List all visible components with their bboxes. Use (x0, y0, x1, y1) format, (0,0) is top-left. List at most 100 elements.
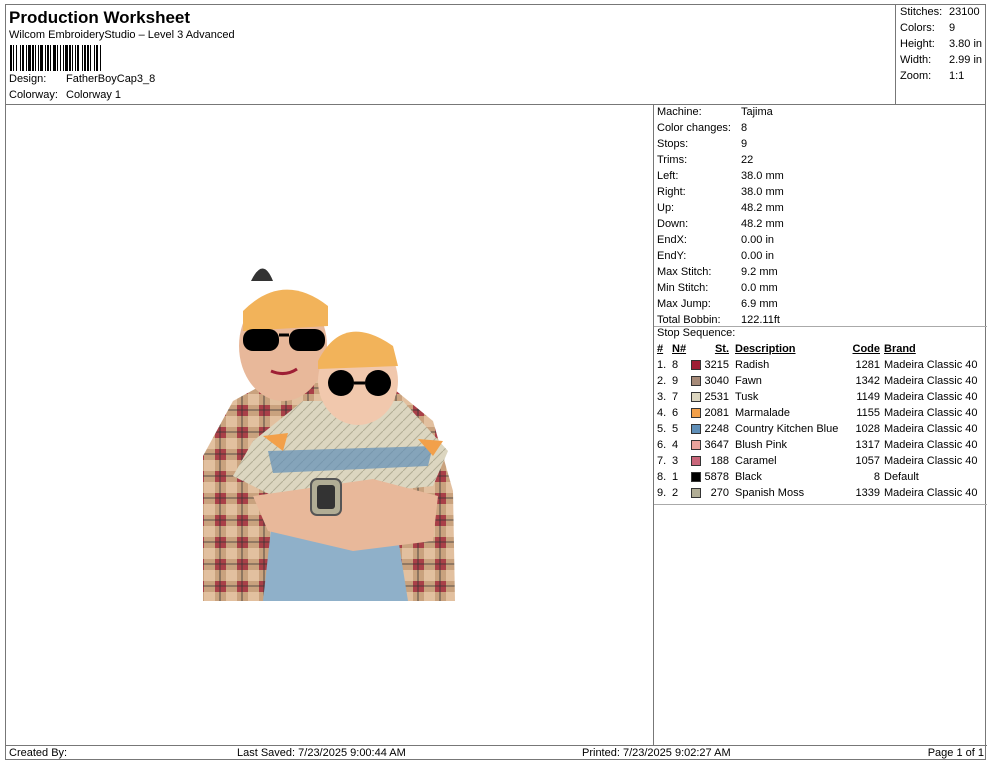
color-swatch (691, 472, 701, 482)
row-needle: 1 (672, 471, 679, 483)
color-swatch (691, 392, 701, 402)
col-needle: N# (672, 343, 687, 355)
row-index: 4. (657, 407, 667, 419)
col-brand: Brand (884, 343, 916, 355)
color-swatch (691, 360, 701, 370)
row-description: Fawn (735, 375, 762, 387)
color-swatch (691, 424, 701, 434)
design-preview-area (6, 105, 654, 745)
row-needle: 5 (672, 423, 679, 435)
row-index: 5. (657, 423, 667, 435)
design-row: Design: FatherBoyCap3_8 (9, 73, 155, 85)
prop-machine: Machine: Tajima (657, 106, 773, 118)
stat-colors: Colors: 9 (900, 22, 956, 34)
last-saved: Last Saved: 7/23/2025 9:00:44 AM (237, 747, 406, 759)
row-brand: Madeira Classic 40 (884, 375, 978, 387)
row-brand: Madeira Classic 40 (884, 455, 978, 467)
row-brand: Madeira Classic 40 (884, 423, 978, 435)
row-brand: Madeira Classic 40 (884, 439, 978, 451)
row-index: 9. (657, 487, 667, 499)
col-index: # (657, 343, 664, 355)
row-needle: 9 (672, 375, 679, 387)
page-number: Page 1 of 1 (927, 747, 984, 759)
row-stitches: 270 (710, 487, 729, 499)
barcode-bar (101, 45, 102, 71)
stat-zoom: Zoom: 1:1 (900, 70, 965, 82)
sequence-row: 2. 9 3040 Fawn 1342 Madeira Classic 40 (654, 375, 987, 391)
row-code: 1028 (855, 423, 880, 435)
row-description: Black (735, 471, 762, 483)
prop-down: Down: 48.2 mm (657, 218, 784, 230)
software-subtitle: Wilcom EmbroideryStudio – Level 3 Advanc… (9, 29, 235, 41)
colorway-label: Colorway: (9, 89, 58, 101)
created-by: Created By: (9, 747, 68, 759)
sequence-row: 5. 5 2248 Country Kitchen Blue 1028 Madeira C… (654, 423, 987, 439)
row-needle: 6 (672, 407, 679, 419)
row-brand: Madeira Classic 40 (884, 407, 978, 419)
sequence-row: 9. 2 270 Spanish Moss 1339 Madeira Classic 40 (654, 487, 987, 503)
row-index: 3. (657, 391, 667, 403)
row-needle: 7 (672, 391, 679, 403)
printed-date: Printed: 7/23/2025 9:02:27 AM (582, 747, 731, 759)
row-stitches: 188 (710, 455, 729, 467)
design-value: FatherBoyCap3_8 (66, 73, 156, 85)
color-swatch (691, 408, 701, 418)
row-code: 8 (873, 471, 880, 483)
prop-max-jump: Max Jump: 6.9 mm (657, 298, 778, 310)
row-description: Caramel (735, 455, 777, 467)
barcode (10, 45, 229, 71)
sequence-header: # N# St. Description Code Brand (654, 343, 987, 359)
row-index: 1. (657, 359, 667, 371)
row-description: Tusk (735, 391, 759, 403)
row-stitches: 3040 (704, 375, 729, 387)
row-brand: Default (884, 471, 919, 483)
row-description: Country Kitchen Blue (735, 423, 839, 435)
stat-stitches: Stitches: 23100 (900, 6, 980, 18)
col-code: Code (852, 343, 881, 355)
row-description: Radish (735, 359, 770, 371)
properties-panel: Machine: Tajima Color changes: 8 Stops: 9 T… (654, 105, 987, 745)
row-code: 1317 (855, 439, 880, 451)
stats-box: Stitches: 23100 Colors: 9 Height: 3.80 in W… (895, 5, 986, 105)
row-code: 1149 (856, 391, 880, 403)
row-stitches: 2531 (704, 391, 729, 403)
prop-right: Right: 38.0 mm (657, 186, 784, 198)
prop-max-stitch: Max Stitch: 9.2 mm (657, 266, 778, 278)
prop-up: Up: 48.2 mm (657, 202, 784, 214)
color-swatch (691, 488, 701, 498)
col-description: Description (735, 343, 796, 355)
worksheet-frame: Production Worksheet Wilcom EmbroiderySt… (5, 4, 987, 761)
row-code: 1281 (855, 359, 880, 371)
color-swatch (691, 456, 701, 466)
stat-width: Width: 2.99 in (900, 54, 983, 66)
row-stitches: 5878 (704, 471, 729, 483)
prop-endx: EndX: 0.00 in (657, 234, 775, 246)
worksheet-footer: Created By: Last Saved: 7/23/2025 9:00:4… (6, 745, 987, 761)
row-index: 6. (657, 439, 667, 451)
row-code: 1155 (856, 407, 880, 419)
color-swatch (691, 440, 701, 450)
design-label: Design: (9, 73, 47, 85)
row-brand: Madeira Classic 40 (884, 359, 978, 371)
colorway-value: Colorway 1 (66, 89, 122, 101)
row-code: 1057 (855, 455, 880, 467)
row-stitches: 2081 (704, 407, 729, 419)
row-stitches: 3215 (704, 359, 729, 371)
embroidery-design-image (203, 268, 455, 601)
prop-stops: Stops: 9 (657, 138, 748, 150)
row-brand: Madeira Classic 40 (884, 391, 978, 403)
row-index: 8. (657, 471, 667, 483)
row-stitches: 3647 (704, 439, 729, 451)
divider (654, 504, 987, 505)
stop-sequence-title: Stop Sequence: (657, 327, 736, 339)
stat-height: Height: 3.80 in (900, 38, 983, 50)
row-code: 1342 (855, 375, 880, 387)
color-swatch (691, 376, 701, 386)
row-description: Marmalade (735, 407, 791, 419)
row-needle: 2 (672, 487, 679, 499)
sequence-row: 4. 6 2081 Marmalade 1155 Madeira Classic 40 (654, 407, 987, 423)
sequence-row: 3. 7 2531 Tusk 1149 Madeira Classic 40 (654, 391, 987, 407)
row-needle: 3 (672, 455, 679, 467)
row-description: Spanish Moss (735, 487, 805, 499)
row-description: Blush Pink (735, 439, 787, 451)
